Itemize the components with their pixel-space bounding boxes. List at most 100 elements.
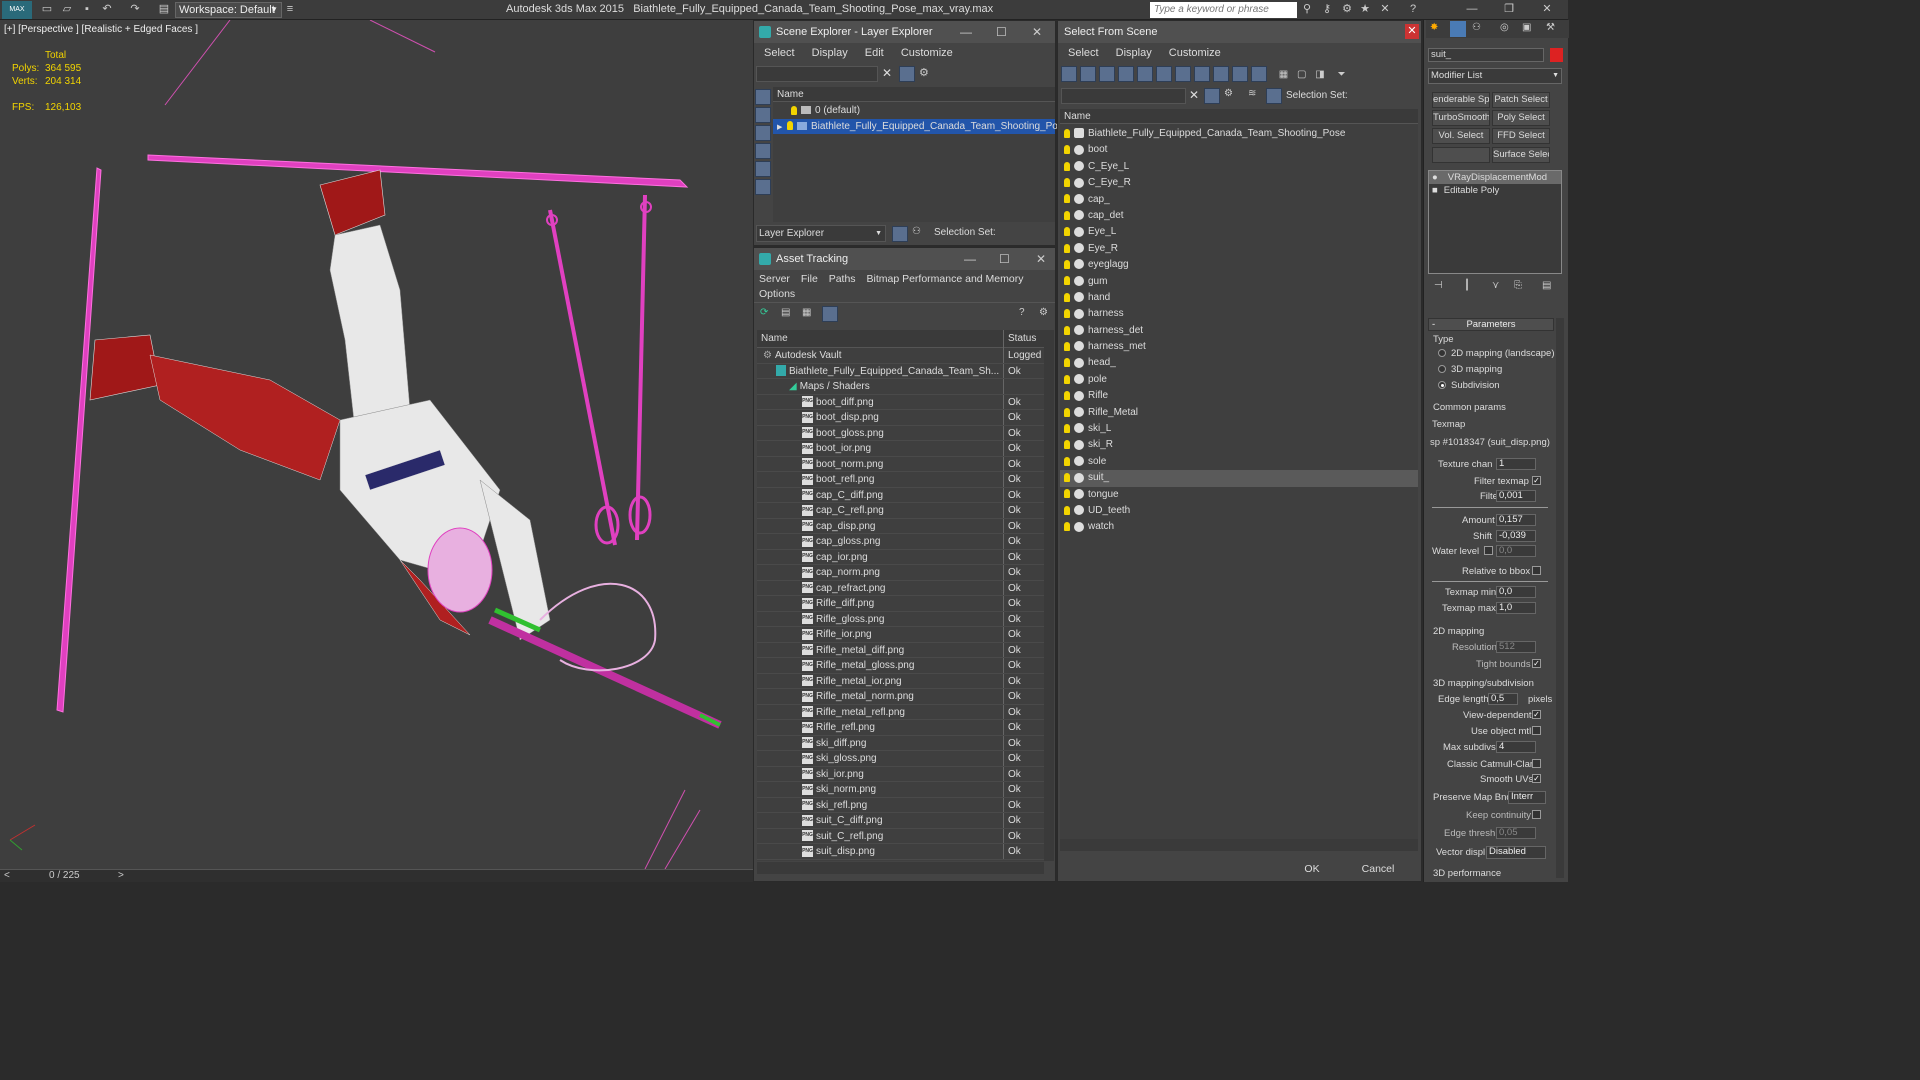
settings-icon[interactable]: ⚙ [1039,307,1048,318]
filter-icon[interactable] [899,66,915,82]
asset-row[interactable]: PNG ski_refl.png Ok [757,797,1044,813]
asset-row[interactable]: PNG Rifle_ior.png Ok [757,627,1044,643]
lightbulb-icon[interactable] [1064,423,1070,433]
select-invert-icon[interactable]: ◨ [1315,69,1324,80]
layers-icon[interactable] [892,226,908,242]
asset-row[interactable]: ◢ Maps / Shaders [757,379,1044,395]
asset-row[interactable]: PNG Rifle_metal_ior.png Ok [757,673,1044,689]
find-input[interactable] [1061,88,1186,104]
filter-icon[interactable] [1204,88,1220,104]
object-row[interactable]: ski_L [1060,421,1418,437]
prev-frame-icon[interactable]: < [4,870,10,881]
display-shapes-icon[interactable] [755,125,771,141]
lightbulb-icon[interactable] [1064,505,1070,515]
menu-customize[interactable]: Customize [1169,47,1221,59]
asset-row[interactable]: PNG Rifle_gloss.png Ok [757,611,1044,627]
display-tab-icon[interactable]: ▣ [1522,22,1531,33]
filter-spacewarps-icon[interactable] [1156,66,1172,82]
lightbulb-icon[interactable] [1064,292,1070,302]
display-objects-icon[interactable] [755,89,771,105]
maximize-icon[interactable]: ❐ [1502,3,1516,16]
thumbnail-view-icon[interactable]: ▦ [802,307,811,318]
object-name-field[interactable]: suit_ [1428,48,1544,62]
tight-bounds-checkbox[interactable]: ✓ [1532,659,1541,668]
column-header-name[interactable]: Name [1060,109,1418,124]
keep-continuity-checkbox[interactable] [1532,810,1541,819]
binoculars-icon[interactable]: ⚲ [1300,3,1314,16]
asset-row[interactable]: PNG ski_diff.png Ok [757,735,1044,751]
filter-blur-spinner[interactable]: 0,001 [1496,490,1536,502]
object-row[interactable]: harness_det [1060,323,1418,339]
asset-row[interactable]: PNG ski_norm.png Ok [757,782,1044,798]
asset-row[interactable]: PNG Rifle_metal_norm.png Ok [757,689,1044,705]
help-icon[interactable]: ? [1406,3,1420,16]
filter-lights-icon[interactable] [1099,66,1115,82]
filter-frozen-icon[interactable] [1251,66,1267,82]
options-icon[interactable]: ⚙ [919,66,929,79]
filter-helpers-icon[interactable] [1137,66,1153,82]
asset-row[interactable]: PNG Rifle_metal_diff.png Ok [757,642,1044,658]
star-icon[interactable]: ★ [1358,3,1372,16]
column-header-name[interactable]: Name [773,87,1055,102]
clear-icon[interactable]: ✕ [882,66,892,80]
menu-select[interactable]: Select [1068,47,1099,59]
menu-server[interactable]: Server [759,273,790,285]
radio-3d-mapping[interactable] [1438,365,1446,373]
vol-select-button[interactable]: Vol. Select [1432,128,1490,144]
water-level-checkbox[interactable] [1484,546,1493,555]
command-panel-scrollbar[interactable] [1556,318,1564,878]
modifier-list-dropdown[interactable]: Modifier List ▼ [1428,68,1562,84]
menu-display[interactable]: Display [812,47,848,59]
asset-row[interactable]: Biathlete_Fully_Equipped_Canada_Team_Sh.… [757,363,1044,379]
minimize-icon[interactable]: — [960,21,972,43]
explorer-type-dropdown[interactable]: Layer Explorer ▼ [756,225,886,242]
menu-file[interactable]: File [801,273,818,285]
asset-row[interactable]: PNG Rifle_metal_gloss.png Ok [757,658,1044,674]
max-subdivs-spinner[interactable]: 4 [1496,741,1536,753]
asset-row[interactable]: PNG Rifle_metal_refl.png Ok [757,704,1044,720]
lightbulb-icon[interactable] [791,105,797,115]
lightbulb-icon[interactable] [1064,407,1070,417]
asset-row[interactable]: PNG ski_gloss.png Ok [757,751,1044,767]
column-header-name[interactable]: Name [761,333,788,344]
table-view-icon[interactable] [822,306,838,322]
edge-thresh-spinner[interactable]: 0,05 [1496,827,1536,839]
maximize-icon[interactable]: ☐ [999,248,1010,270]
lightbulb-icon[interactable]: ● [1432,172,1438,183]
texture-chan-spinner[interactable]: 1 [1496,458,1536,470]
texmap-min-spinner[interactable]: 0,0 [1496,586,1536,598]
object-row[interactable]: cap_ [1060,192,1418,208]
menu-select[interactable]: Select [764,47,795,59]
asset-row[interactable]: PNG cap_C_refl.png Ok [757,503,1044,519]
patch-select-button[interactable]: Patch Select [1492,92,1550,108]
object-row[interactable]: boot [1060,142,1418,158]
object-row[interactable]: head_ [1060,355,1418,371]
surface-select-button[interactable]: Surface Select [1492,147,1550,163]
menu-display[interactable]: Display [1116,47,1152,59]
menu-icon[interactable]: ≡ [283,3,297,16]
motion-tab-icon[interactable]: ◎ [1500,22,1509,33]
object-list-hscrollbar[interactable] [1060,839,1418,851]
object-row[interactable]: Eye_L [1060,224,1418,240]
asset-row[interactable]: PNG Rifle_diff.png Ok [757,596,1044,612]
utilities-tab-icon[interactable]: ⚒ [1546,22,1555,33]
lightbulb-icon[interactable] [1064,440,1070,450]
radio-subdivision[interactable] [1438,381,1446,389]
filter-xrefs-icon[interactable] [1194,66,1210,82]
object-row[interactable]: suit_ [1060,470,1418,487]
viewport-perspective[interactable]: [+] [Perspective ] [Realistic + Edged Fa… [0,20,753,869]
filter-shapes-icon[interactable] [1080,66,1096,82]
lightbulb-icon[interactable] [1064,259,1070,269]
select-none-icon[interactable]: ▢ [1297,69,1306,80]
save-icon[interactable]: ▪ [80,3,94,16]
minimize-icon[interactable]: — [964,248,976,270]
object-color-swatch[interactable] [1550,48,1563,62]
subscription-icon[interactable]: ⚙ [1340,3,1354,16]
create-tab-icon[interactable]: ✸ [1430,22,1438,33]
lightbulb-icon[interactable] [1064,391,1070,401]
find-input[interactable] [756,66,878,82]
texmap-button[interactable]: sp #1018347 (suit_disp.png) [1430,437,1552,448]
filter-geometry-icon[interactable] [1061,66,1077,82]
parameters-rollout-header[interactable]: - Parameters [1428,318,1554,331]
lightbulb-icon[interactable] [1064,456,1070,466]
